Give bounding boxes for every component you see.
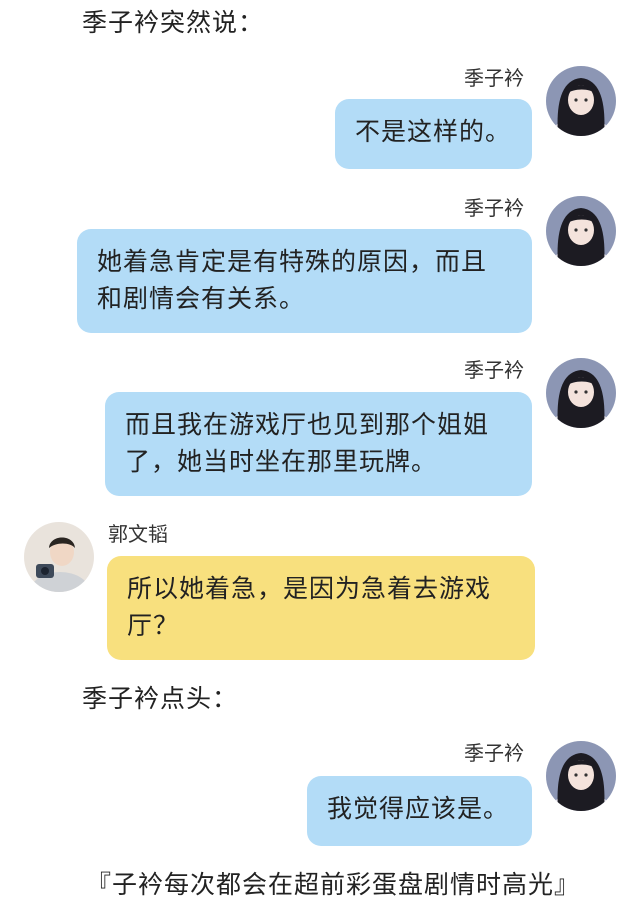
avatar-boy-icon[interactable]	[24, 522, 94, 592]
message-text-line: 所以她着急，是因为急着去游戏	[127, 574, 492, 603]
caption-text: 『子衿每次都会在超前彩蛋盘剧情时高光』	[86, 870, 581, 899]
speaker-name: 季子衿	[464, 358, 524, 382]
message-text-line: 了，她当时坐在那里玩牌。	[125, 447, 438, 476]
message-bubble[interactable]: 她着急肯定是有特殊的原因，而且 和剧情会有关系。	[77, 229, 532, 333]
narration-line: 季子衿点头：	[82, 684, 239, 713]
message-text-line: 厅？	[127, 611, 180, 640]
avatar-girl-icon[interactable]	[546, 66, 616, 136]
message-bubble[interactable]: 不是这样的。	[335, 99, 532, 169]
message-bubble[interactable]: 而且我在游戏厅也见到那个姐姐 了，她当时坐在那里玩牌。	[105, 392, 532, 496]
message-text-line: 和剧情会有关系。	[97, 284, 306, 313]
message-text: 不是这样的。	[355, 117, 512, 146]
avatar-girl-icon[interactable]	[546, 358, 616, 428]
speaker-name: 季子衿	[464, 66, 524, 90]
message-bubble[interactable]: 所以她着急，是因为急着去游戏 厅？	[107, 556, 535, 660]
message-text: 我觉得应该是。	[327, 794, 510, 823]
narration-line: 季子衿突然说：	[82, 8, 265, 37]
avatar-girl-icon[interactable]	[546, 196, 616, 266]
message-text-line: 而且我在游戏厅也见到那个姐姐	[125, 410, 490, 439]
avatar-girl-icon[interactable]	[546, 741, 616, 811]
speaker-name: 季子衿	[464, 741, 524, 765]
speaker-name: 季子衿	[464, 196, 524, 220]
speaker-name: 郭文韬	[108, 522, 168, 546]
message-bubble[interactable]: 我觉得应该是。	[307, 776, 532, 846]
message-text-line: 她着急肯定是有特殊的原因，而且	[97, 247, 488, 276]
